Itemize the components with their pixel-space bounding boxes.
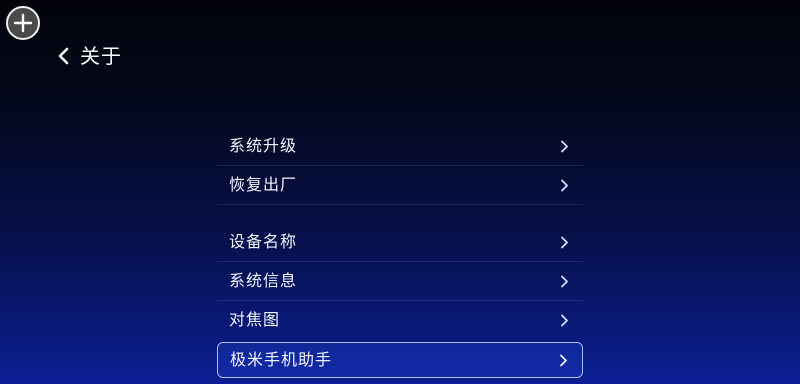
menu-item-focus-chart[interactable]: 对焦图 [217, 302, 583, 338]
chevron-right-icon [559, 178, 569, 192]
menu-item-label: 系统信息 [229, 271, 298, 290]
chevron-right-icon [559, 313, 569, 327]
add-button[interactable] [6, 6, 40, 40]
menu-item-label: 恢复出厂 [229, 175, 298, 194]
chevron-right-icon [559, 274, 569, 288]
back-button[interactable] [56, 46, 72, 66]
divider [217, 165, 583, 166]
chevron-left-icon [58, 47, 69, 65]
menu-item-factory-reset[interactable]: 恢复出厂 [217, 167, 583, 203]
menu-item-system-upgrade[interactable]: 系统升级 [217, 128, 583, 164]
page-title: 关于 [80, 44, 122, 68]
chevron-right-icon [558, 353, 568, 367]
menu-item-label: 设备名称 [229, 232, 298, 251]
plus-icon [13, 13, 33, 33]
menu-item-phone-assistant[interactable]: 极米手机助手 [217, 342, 583, 378]
divider [217, 204, 583, 205]
menu-item-device-name[interactable]: 设备名称 [217, 224, 583, 260]
menu-item-label: 极米手机助手 [230, 350, 333, 369]
menu-item-system-info[interactable]: 系统信息 [217, 263, 583, 299]
menu-item-label: 系统升级 [229, 136, 298, 155]
divider [217, 261, 583, 262]
divider [217, 300, 583, 301]
page-header: 关于 [56, 44, 122, 68]
menu-item-label: 对焦图 [229, 310, 281, 329]
chevron-right-icon [559, 139, 569, 153]
chevron-right-icon [559, 235, 569, 249]
